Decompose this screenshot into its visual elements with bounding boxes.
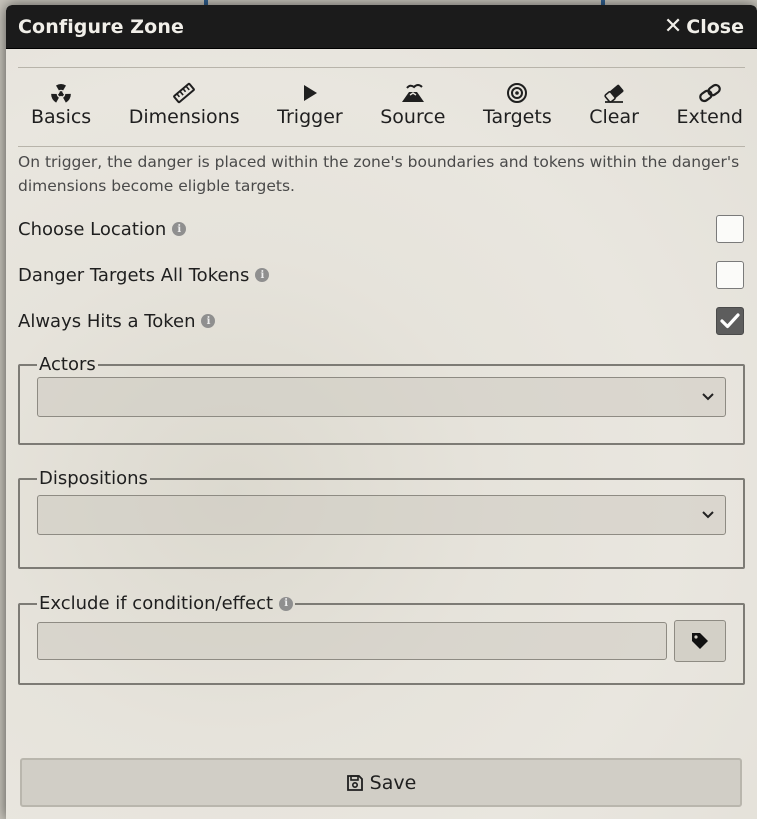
always-hits-checkbox[interactable] xyxy=(716,307,744,335)
configure-zone-dialog: Configure Zone ✕ Close Basics Dimensions xyxy=(6,5,757,819)
tab-bar: Basics Dimensions Trigger Source Targets… xyxy=(18,80,745,146)
actors-fieldset: Actors xyxy=(18,354,745,445)
info-icon[interactable]: i xyxy=(279,596,294,611)
save-icon xyxy=(346,774,363,791)
tab-label: Targets xyxy=(483,106,552,128)
tab-targets[interactable]: Targets xyxy=(483,80,552,128)
tabs-bottom-divider xyxy=(18,146,745,147)
bullseye-icon xyxy=(506,80,528,106)
tag-icon xyxy=(692,633,708,649)
dialog-title: Configure Zone xyxy=(18,15,184,38)
close-icon: ✕ xyxy=(663,13,683,39)
option-danger-targets-all: Danger Targets All Tokens i xyxy=(18,252,745,298)
tab-label: Trigger xyxy=(277,106,343,128)
actors-select[interactable] xyxy=(37,377,726,417)
info-icon[interactable]: i xyxy=(201,314,216,328)
tab-basics[interactable]: Basics xyxy=(31,80,91,128)
exclude-legend: Exclude if condition/effect xyxy=(39,593,274,614)
actors-legend: Actors xyxy=(39,354,96,375)
tab-clear[interactable]: Clear xyxy=(589,80,639,128)
tab-extend[interactable]: Extend xyxy=(676,80,743,128)
dispositions-fieldset: Dispositions xyxy=(18,468,745,569)
option-choose-location: Choose Location i xyxy=(18,206,745,252)
tag-button[interactable] xyxy=(674,620,726,662)
save-button[interactable]: Save xyxy=(20,758,742,807)
chevron-down-icon xyxy=(702,393,714,401)
tab-source[interactable]: Source xyxy=(380,80,446,128)
save-label: Save xyxy=(369,771,417,794)
ruler-icon xyxy=(173,80,196,106)
dispositions-select[interactable] xyxy=(37,495,726,535)
exclude-fieldset: Exclude if condition/effect i xyxy=(18,593,745,685)
tab-label: Basics xyxy=(31,106,92,128)
option-always-hits: Always Hits a Token i xyxy=(18,298,745,344)
tab-label: Clear xyxy=(589,106,639,128)
close-button[interactable]: ✕ Close xyxy=(663,13,744,39)
play-icon xyxy=(300,80,320,106)
danger-targets-all-checkbox[interactable] xyxy=(716,261,744,289)
option-label: Choose Location xyxy=(18,218,167,240)
choose-location-checkbox[interactable] xyxy=(716,215,744,243)
dialog-content: Basics Dimensions Trigger Source Targets… xyxy=(18,49,745,807)
option-label: Always Hits a Token xyxy=(18,310,196,332)
eraser-icon xyxy=(602,80,626,106)
option-label: Danger Targets All Tokens xyxy=(18,264,250,286)
volcano-icon xyxy=(400,80,426,106)
tab-label: Dimensions xyxy=(128,106,240,128)
tab-label: Extend xyxy=(676,106,743,128)
tab-label: Source xyxy=(380,106,446,128)
tab-trigger[interactable]: Trigger xyxy=(277,80,343,128)
dispositions-legend: Dispositions xyxy=(39,468,148,489)
tabs-top-divider xyxy=(18,67,745,68)
close-label: Close xyxy=(686,15,744,38)
info-icon[interactable]: i xyxy=(255,268,270,282)
tab-dimensions[interactable]: Dimensions xyxy=(129,80,240,128)
checkmark-icon xyxy=(720,313,740,329)
dialog-titlebar[interactable]: Configure Zone ✕ Close xyxy=(6,5,757,49)
chevron-down-icon xyxy=(702,511,714,519)
description-text: On trigger, the danger is placed within … xyxy=(18,153,740,195)
exclude-input[interactable] xyxy=(37,622,667,660)
info-icon[interactable]: i xyxy=(172,222,187,236)
link-icon xyxy=(697,80,723,106)
radiation-icon xyxy=(50,80,72,106)
